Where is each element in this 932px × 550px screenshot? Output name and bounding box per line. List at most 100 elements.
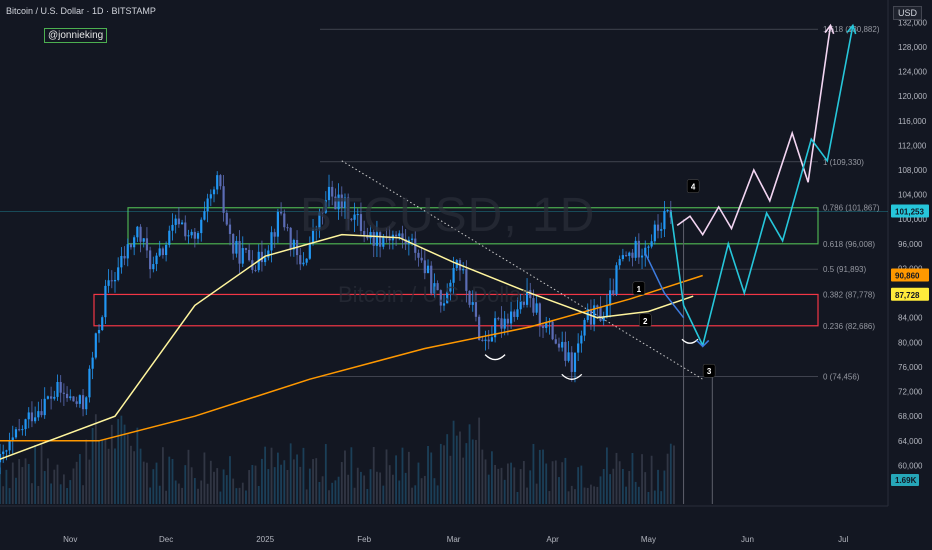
volume-bar — [602, 468, 605, 504]
volume-bar — [200, 480, 203, 504]
volume-bar — [321, 476, 324, 504]
volume-bar — [647, 491, 650, 504]
volume-bar — [529, 470, 532, 504]
volume-bar — [21, 467, 24, 504]
candle-body — [78, 395, 81, 404]
candle-body — [46, 396, 50, 399]
author-tag: @jonnieking — [44, 28, 108, 43]
volume-bar — [609, 474, 612, 504]
volume-bar — [152, 469, 155, 504]
volume-bar — [423, 475, 426, 504]
candle-body — [564, 341, 567, 361]
volume-bar — [628, 471, 631, 504]
candle-body — [500, 318, 503, 329]
candle-body — [650, 241, 653, 247]
volume-bar — [130, 445, 132, 504]
volume-bar — [468, 424, 471, 504]
candle-body — [206, 198, 209, 212]
candle-body — [40, 411, 43, 416]
volume-bar — [363, 475, 366, 504]
volume-bar — [267, 469, 270, 504]
volume-bar — [59, 484, 62, 504]
watermark-symbol: BTCUSD, 1D — [300, 189, 596, 242]
volume-bar — [513, 467, 516, 504]
candle-body — [133, 237, 136, 248]
volume-bar — [225, 475, 228, 504]
volume-bar — [276, 452, 279, 504]
fib-label: 0.236 (82,686) — [823, 322, 875, 331]
candle-body — [37, 411, 40, 418]
bottom-arc — [484, 354, 506, 361]
candle-body — [631, 252, 634, 258]
volume-bar — [245, 490, 247, 504]
volume-bar — [669, 443, 672, 504]
volume-bar — [673, 445, 675, 504]
candle-body — [506, 318, 509, 324]
candle-body — [516, 309, 519, 317]
volume-bar — [558, 477, 560, 504]
candle-body — [14, 429, 18, 438]
volume-bar — [203, 452, 206, 504]
volume-bar — [567, 491, 570, 504]
candle-body — [640, 255, 644, 258]
volume-bar — [420, 478, 423, 504]
volume-bar — [18, 459, 21, 504]
volume-bar — [15, 477, 17, 504]
volume-bar — [475, 439, 477, 504]
volume-bar — [637, 486, 640, 504]
price-badge-label: 90,860 — [895, 271, 920, 280]
volume-bar — [347, 474, 350, 504]
volume-bar — [142, 461, 145, 504]
currency-button[interactable]: USD — [892, 6, 922, 20]
candle-body — [624, 255, 628, 257]
volume-bar — [98, 440, 100, 504]
candle-body — [85, 397, 88, 410]
candle-body — [305, 258, 308, 263]
candle-body — [621, 255, 624, 260]
volume-bar — [40, 444, 43, 504]
volume-bar — [356, 467, 359, 504]
volume-bar — [56, 464, 59, 504]
volume-bar — [238, 487, 241, 504]
volume-bar — [340, 462, 343, 504]
candle-body — [462, 269, 465, 271]
volume-bar — [177, 483, 180, 504]
volume-bar — [612, 468, 615, 504]
y-tick-label: 72,000 — [898, 388, 923, 397]
volume-bar — [407, 451, 410, 504]
candle-body — [615, 265, 618, 295]
volume-bar — [462, 457, 465, 504]
volume-bar — [216, 468, 219, 504]
volume-bar — [8, 488, 11, 504]
volume-bar — [146, 462, 148, 504]
x-tick-label: Dec — [159, 535, 173, 544]
candle-body — [225, 212, 228, 225]
volume-bar — [292, 459, 295, 504]
price-chart[interactable]: 60,000 64,000 68,000 72,000 76,000 80,000 84,0… — [0, 0, 932, 550]
volume-bar — [123, 424, 126, 504]
candle-body — [612, 290, 615, 295]
volume-bar — [88, 459, 91, 504]
candle-body — [62, 392, 65, 394]
candle-body — [88, 368, 91, 398]
candle-body — [637, 240, 640, 258]
volume-bar — [542, 449, 544, 504]
candle-body — [605, 305, 609, 317]
x-tick-label: 2025 — [256, 535, 274, 544]
y-tick-label: 80,000 — [898, 338, 923, 347]
volume-bar — [631, 452, 634, 504]
wave-label: 2 — [643, 317, 648, 326]
volume-bar — [324, 444, 327, 504]
candle-body — [609, 290, 612, 306]
candle-body — [30, 412, 34, 422]
candle-body — [5, 450, 8, 452]
volume-bar — [27, 463, 30, 504]
candle-body — [618, 259, 621, 266]
candle-body — [532, 298, 535, 313]
volume-bar — [535, 483, 538, 504]
volume-bar — [398, 480, 401, 504]
chart-area[interactable]: 60,000 64,000 68,000 72,000 76,000 80,000 84,0… — [0, 0, 932, 550]
candle-body — [273, 232, 276, 237]
volume-bar — [254, 465, 257, 504]
candle-body — [69, 396, 72, 399]
